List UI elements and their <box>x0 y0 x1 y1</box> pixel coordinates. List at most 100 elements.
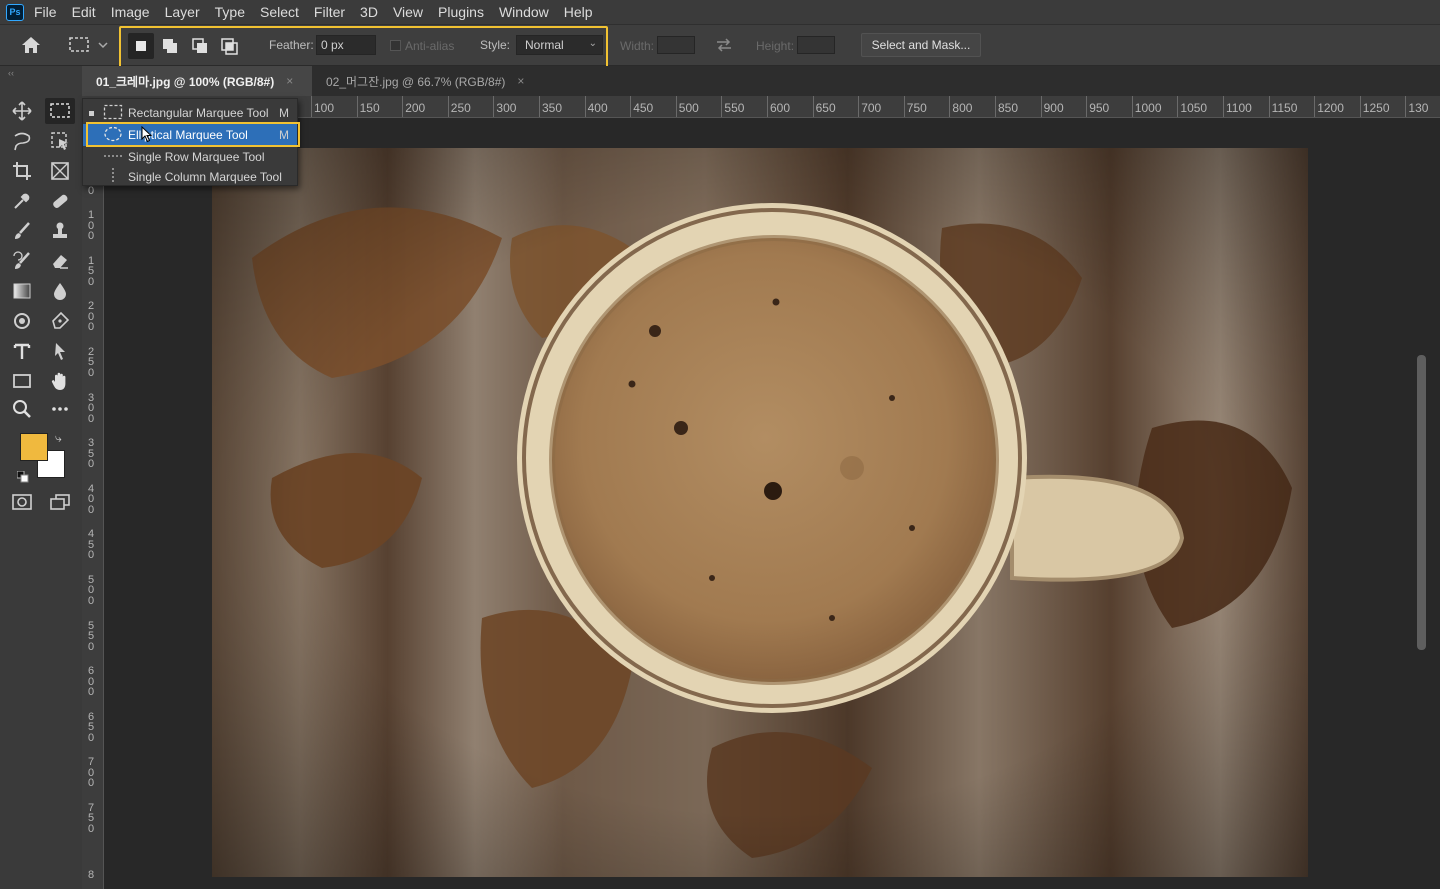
menu-layer[interactable]: Layer <box>165 4 200 20</box>
menu-help[interactable]: Help <box>564 4 593 20</box>
document-tabs: 01_크레마.jpg @ 100% (RGB/8#) × 02_머그잔.jpg … <box>82 66 1440 96</box>
subtract-selection-button[interactable] <box>187 33 213 59</box>
ruler-tick <box>493 96 495 117</box>
ruler-tick <box>675 96 677 117</box>
swap-colors-icon[interactable]: ⤷ <box>55 431 62 446</box>
ruler-label: 800 <box>952 101 973 115</box>
ruler-label: 1150 <box>1271 101 1298 115</box>
type-tool-icon[interactable] <box>7 338 37 364</box>
canvas-area[interactable] <box>104 118 1440 889</box>
tools-panel: ‹‹ ⤷ <box>0 66 82 889</box>
ruler-tick <box>721 96 723 117</box>
flyout-item-single-column-marquee[interactable]: Single Column Marquee Tool <box>83 166 297 188</box>
foreground-color-swatch-front[interactable] <box>20 433 48 461</box>
menu-3d[interactable]: 3D <box>360 4 378 20</box>
menu-select[interactable]: Select <box>260 4 299 20</box>
healing-brush-tool-icon[interactable] <box>45 188 75 214</box>
ruler-tick <box>402 96 404 117</box>
ruler-tick <box>1086 96 1088 117</box>
menu-image[interactable]: Image <box>111 4 150 20</box>
tab-document-1[interactable]: 01_크레마.jpg @ 100% (RGB/8#) × <box>82 66 312 96</box>
intersect-selection-button[interactable] <box>216 33 242 59</box>
new-selection-button[interactable] <box>128 33 154 59</box>
lasso-tool-icon[interactable] <box>7 128 37 154</box>
feather-input[interactable]: 0 px <box>316 35 376 55</box>
ruler-tick <box>1131 96 1133 117</box>
ruler-label: 100 <box>314 101 335 115</box>
ruler-tick <box>858 96 860 117</box>
menu-plugins[interactable]: Plugins <box>438 4 484 20</box>
flyout-item-elliptical-marquee[interactable]: Elliptical Marquee Tool M <box>83 124 297 146</box>
brush-tool-icon[interactable] <box>7 218 37 244</box>
close-icon[interactable]: × <box>286 74 293 88</box>
path-selection-tool-icon[interactable] <box>45 338 75 364</box>
vertical-scrollbar[interactable] <box>1417 355 1426 650</box>
flyout-item-single-row-marquee[interactable]: Single Row Marquee Tool <box>83 146 297 168</box>
eyedropper-tool-icon[interactable] <box>7 188 37 214</box>
ruler-vertical[interactable]: 5010015020025030035040045050055060065070… <box>82 118 104 889</box>
select-and-mask-button[interactable]: Select and Mask... <box>861 33 981 57</box>
menu-type[interactable]: Type <box>215 4 245 20</box>
menu-filter[interactable]: Filter <box>314 4 345 20</box>
tab-document-2[interactable]: 02_머그잔.jpg @ 66.7% (RGB/8#) × <box>312 66 542 96</box>
menu-view[interactable]: View <box>393 4 423 20</box>
marquee-preset-icon[interactable] <box>68 36 108 54</box>
frame-tool-icon[interactable] <box>45 158 75 184</box>
menu-window[interactable]: Window <box>499 4 549 20</box>
zoom-tool-icon[interactable] <box>7 396 37 422</box>
ruler-tick <box>1223 96 1224 117</box>
move-tool-icon[interactable] <box>7 98 37 124</box>
quick-mask-icon[interactable] <box>7 489 37 515</box>
ruler-tick <box>949 96 951 117</box>
ruler-label: 900 <box>1043 101 1064 115</box>
add-selection-button[interactable] <box>157 33 183 59</box>
gradient-tool-icon[interactable] <box>7 278 37 304</box>
ruler-label: 300 <box>496 101 517 115</box>
ruler-label: 600 <box>770 101 791 115</box>
flyout-shortcut: M <box>279 106 289 120</box>
dodge-tool-icon[interactable] <box>7 308 37 334</box>
clone-stamp-tool-icon[interactable] <box>45 218 75 244</box>
ruler-label: 500 <box>678 101 699 115</box>
flyout-item-rectangular-marquee[interactable]: Rectangular Marquee Tool M <box>83 102 297 124</box>
crop-tool-icon[interactable] <box>7 158 37 184</box>
ruler-label: 1000 <box>1134 101 1162 115</box>
close-icon[interactable]: × <box>517 74 524 88</box>
ruler-tick <box>1359 96 1361 117</box>
blur-tool-icon[interactable] <box>45 278 75 304</box>
menu-file[interactable]: File <box>34 4 57 20</box>
eraser-tool-icon[interactable] <box>45 248 75 274</box>
screen-mode-icon[interactable] <box>45 489 75 515</box>
home-icon[interactable] <box>20 35 42 55</box>
rect-marquee-tool-icon[interactable] <box>45 98 75 124</box>
rectangle-tool-icon[interactable] <box>7 368 37 394</box>
history-brush-tool-icon[interactable] <box>7 248 37 274</box>
default-colors-icon[interactable] <box>16 470 29 483</box>
width-input[interactable] <box>657 36 695 54</box>
photoshop-logo[interactable]: Ps <box>6 3 24 21</box>
ruler-tick <box>1040 96 1042 117</box>
height-input[interactable] <box>797 36 835 54</box>
menu-edit[interactable]: Edit <box>72 4 96 20</box>
style-select[interactable]: Normal ⌄ <box>516 35 603 55</box>
antialias-checkbox[interactable] <box>390 40 401 51</box>
pen-tool-icon[interactable] <box>45 308 75 334</box>
ruler-label: 750 <box>906 101 927 115</box>
document-image-coffee[interactable] <box>212 148 1308 877</box>
rect-marquee-icon <box>103 104 123 123</box>
width-label: Width: <box>620 39 655 53</box>
more-tools-icon[interactable] <box>45 396 75 422</box>
hand-tool-icon[interactable] <box>45 368 75 394</box>
height-label: Height: <box>756 39 795 53</box>
ruler-tick <box>1314 96 1316 117</box>
marquee-tool-flyout: Rectangular Marquee Tool M Elliptical Ma… <box>82 98 298 186</box>
ellipse-marquee-icon <box>103 126 123 145</box>
panel-collapse-icon[interactable]: ‹‹ <box>8 68 14 78</box>
ruler-label: 550 <box>724 101 745 115</box>
ruler-label: 1100 <box>1226 101 1252 115</box>
object-select-tool-icon[interactable] <box>45 128 75 154</box>
ruler-tick <box>903 96 905 117</box>
ruler-tick <box>630 96 632 117</box>
swap-dimensions-icon[interactable] <box>714 36 734 54</box>
flyout-shortcut: M <box>279 128 289 142</box>
